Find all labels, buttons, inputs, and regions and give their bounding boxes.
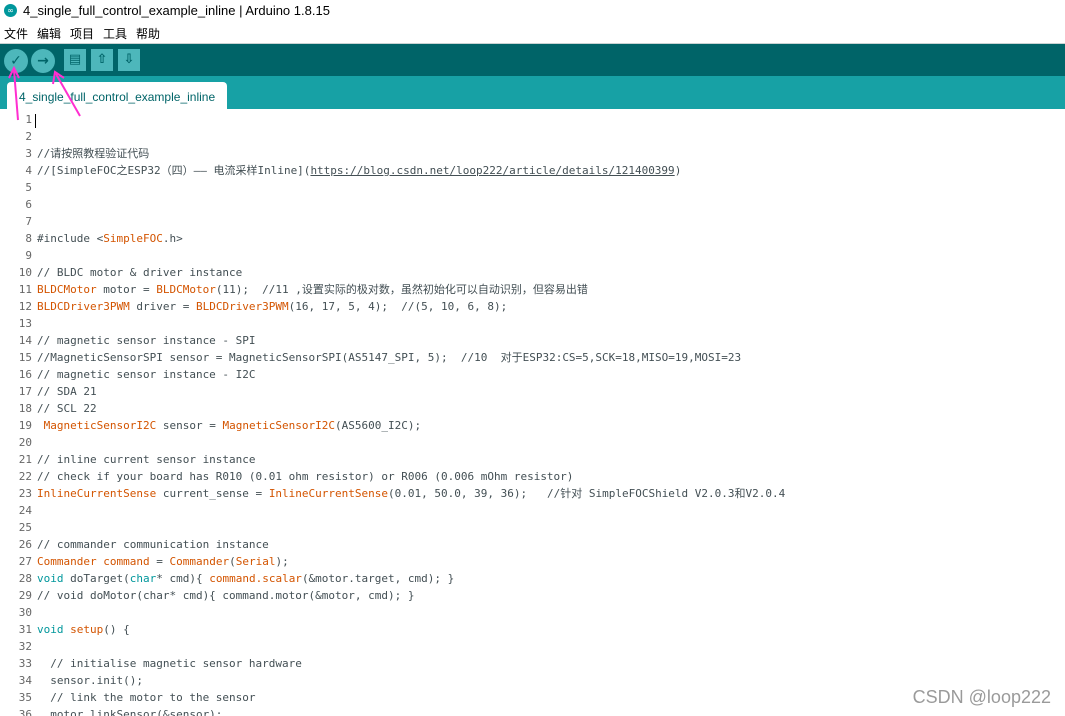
- line-number: 19: [18, 419, 32, 432]
- line-number: 34: [18, 674, 32, 687]
- arduino-icon: ∞: [4, 4, 17, 17]
- menu-bar: 文件 编辑 项目 工具 帮助: [0, 22, 1065, 43]
- check-icon: ✓: [10, 53, 22, 69]
- code-line: motor.linkSensor(&sensor);: [37, 708, 223, 716]
- line-number-gutter: 1 2 3 4 5 6 7 8 9 10 11 12 13 14 15 16 17 18 19 20 21 22 23 24 2…: [0, 109, 32, 716]
- title-bar: ∞ 4_single_full_control_example_inline |…: [0, 0, 1065, 22]
- line-number: 9: [25, 249, 32, 262]
- window-title: 4_single_full_control_example_inline | A…: [23, 3, 330, 18]
- code-line: // commander communication instance: [37, 538, 269, 551]
- line-number: 26: [18, 538, 32, 551]
- line-number: 28: [18, 572, 32, 585]
- line-number: 11: [18, 283, 32, 296]
- code-line: void doTarget(char* cmd){ command.scalar…: [37, 572, 455, 585]
- arrow-right-icon: →: [37, 53, 49, 69]
- menu-tools[interactable]: 工具: [103, 25, 127, 42]
- line-number: 18: [18, 402, 32, 415]
- line-number: 17: [18, 385, 32, 398]
- line-number: 36: [18, 708, 32, 716]
- code-line: // magnetic sensor instance - I2C: [37, 368, 256, 381]
- code-line: BLDCDriver3PWM driver = BLDCDriver3PWM(1…: [37, 300, 508, 313]
- line-number: 15: [18, 351, 32, 364]
- line-number: 22: [18, 470, 32, 483]
- code-line: Commander command = Commander(Serial);: [37, 555, 289, 568]
- code-line: // link the motor to the sensor: [37, 691, 256, 704]
- menu-edit[interactable]: 编辑: [37, 25, 61, 42]
- line-number: 2: [25, 130, 32, 143]
- line-number: 5: [25, 181, 32, 194]
- line-number: 6: [25, 198, 32, 211]
- line-number: 29: [18, 589, 32, 602]
- code-line: BLDCMotor motor = BLDCMotor(11); //11 ,设…: [37, 283, 588, 296]
- code-line: // check if your board has R010 (0.01 oh…: [37, 470, 574, 483]
- code-line: void setup() {: [37, 623, 130, 636]
- code-line: //[SimpleFOC之ESP32（四）—— 电流采样Inline](http…: [37, 164, 682, 177]
- code-line: InlineCurrentSense current_sense = Inlin…: [37, 487, 786, 500]
- code-line: // void doMotor(char* cmd){ command.moto…: [37, 589, 415, 602]
- code-line: //请按照教程验证代码: [37, 147, 150, 160]
- new-sketch-button[interactable]: ▤: [64, 49, 86, 71]
- text-cursor: [35, 114, 36, 128]
- code-line: // magnetic sensor instance - SPI: [37, 334, 256, 347]
- code-editor[interactable]: 1 2 3 4 5 6 7 8 9 10 11 12 13 14 15 16 17 18 19 20 21 22 23 24 2…: [0, 109, 1065, 716]
- code-line: #include <SimpleFOC.h>: [37, 232, 183, 245]
- menu-help[interactable]: 帮助: [136, 25, 160, 42]
- line-number: 30: [18, 606, 32, 619]
- code-line: // BLDC motor & driver instance: [37, 266, 243, 279]
- line-number: 4: [25, 164, 32, 177]
- line-number: 7: [25, 215, 32, 228]
- line-number: 8: [25, 232, 32, 245]
- line-number: 33: [18, 657, 32, 670]
- line-number: 20: [18, 436, 32, 449]
- code-line: // SDA 21: [37, 385, 97, 398]
- code-area[interactable]: //请按照教程验证代码 //[SimpleFOC之ESP32（四）—— 电流采样I…: [37, 109, 1057, 716]
- line-number: 32: [18, 640, 32, 653]
- toolbar: ✓ → ▤ ⇧ ⇩: [0, 43, 1065, 76]
- code-line: //MagneticSensorSPI sensor = MagneticSen…: [37, 351, 742, 364]
- code-line: MagneticSensorI2C sensor = MagneticSenso…: [43, 419, 422, 432]
- code-line: // SCL 22: [37, 402, 97, 415]
- tab-sketch[interactable]: 4_single_full_control_example_inline: [7, 82, 228, 109]
- line-number: 31: [18, 623, 32, 636]
- line-number: 10: [18, 266, 32, 279]
- line-number: 27: [18, 555, 32, 568]
- menu-project[interactable]: 项目: [70, 25, 94, 42]
- new-file-icon: ▤: [68, 52, 82, 67]
- line-number: 12: [18, 300, 32, 313]
- watermark: CSDN @loop222: [912, 687, 1051, 707]
- line-number: 24: [18, 504, 32, 517]
- line-number: 13: [18, 317, 32, 330]
- open-button[interactable]: ⇧: [91, 49, 113, 71]
- upload-button[interactable]: →: [31, 49, 55, 73]
- line-number: 1: [25, 113, 32, 126]
- verify-button[interactable]: ✓: [4, 49, 28, 73]
- line-number: 16: [18, 368, 32, 381]
- line-number: 3: [25, 147, 32, 160]
- code-line: // inline current sensor instance: [37, 453, 256, 466]
- line-number: 14: [18, 334, 32, 347]
- save-button[interactable]: ⇩: [118, 49, 140, 71]
- tab-strip: 4_single_full_control_example_inline: [0, 76, 1065, 109]
- menu-file[interactable]: 文件: [4, 25, 28, 42]
- open-arrow-up-icon: ⇧: [96, 52, 108, 67]
- save-arrow-down-icon: ⇩: [123, 52, 135, 67]
- line-number: 23: [18, 487, 32, 500]
- code-line: // initialise magnetic sensor hardware: [37, 657, 302, 670]
- line-number: 21: [18, 453, 32, 466]
- code-line: sensor.init();: [37, 674, 143, 687]
- line-number: 35: [18, 691, 32, 704]
- line-number: 25: [18, 521, 32, 534]
